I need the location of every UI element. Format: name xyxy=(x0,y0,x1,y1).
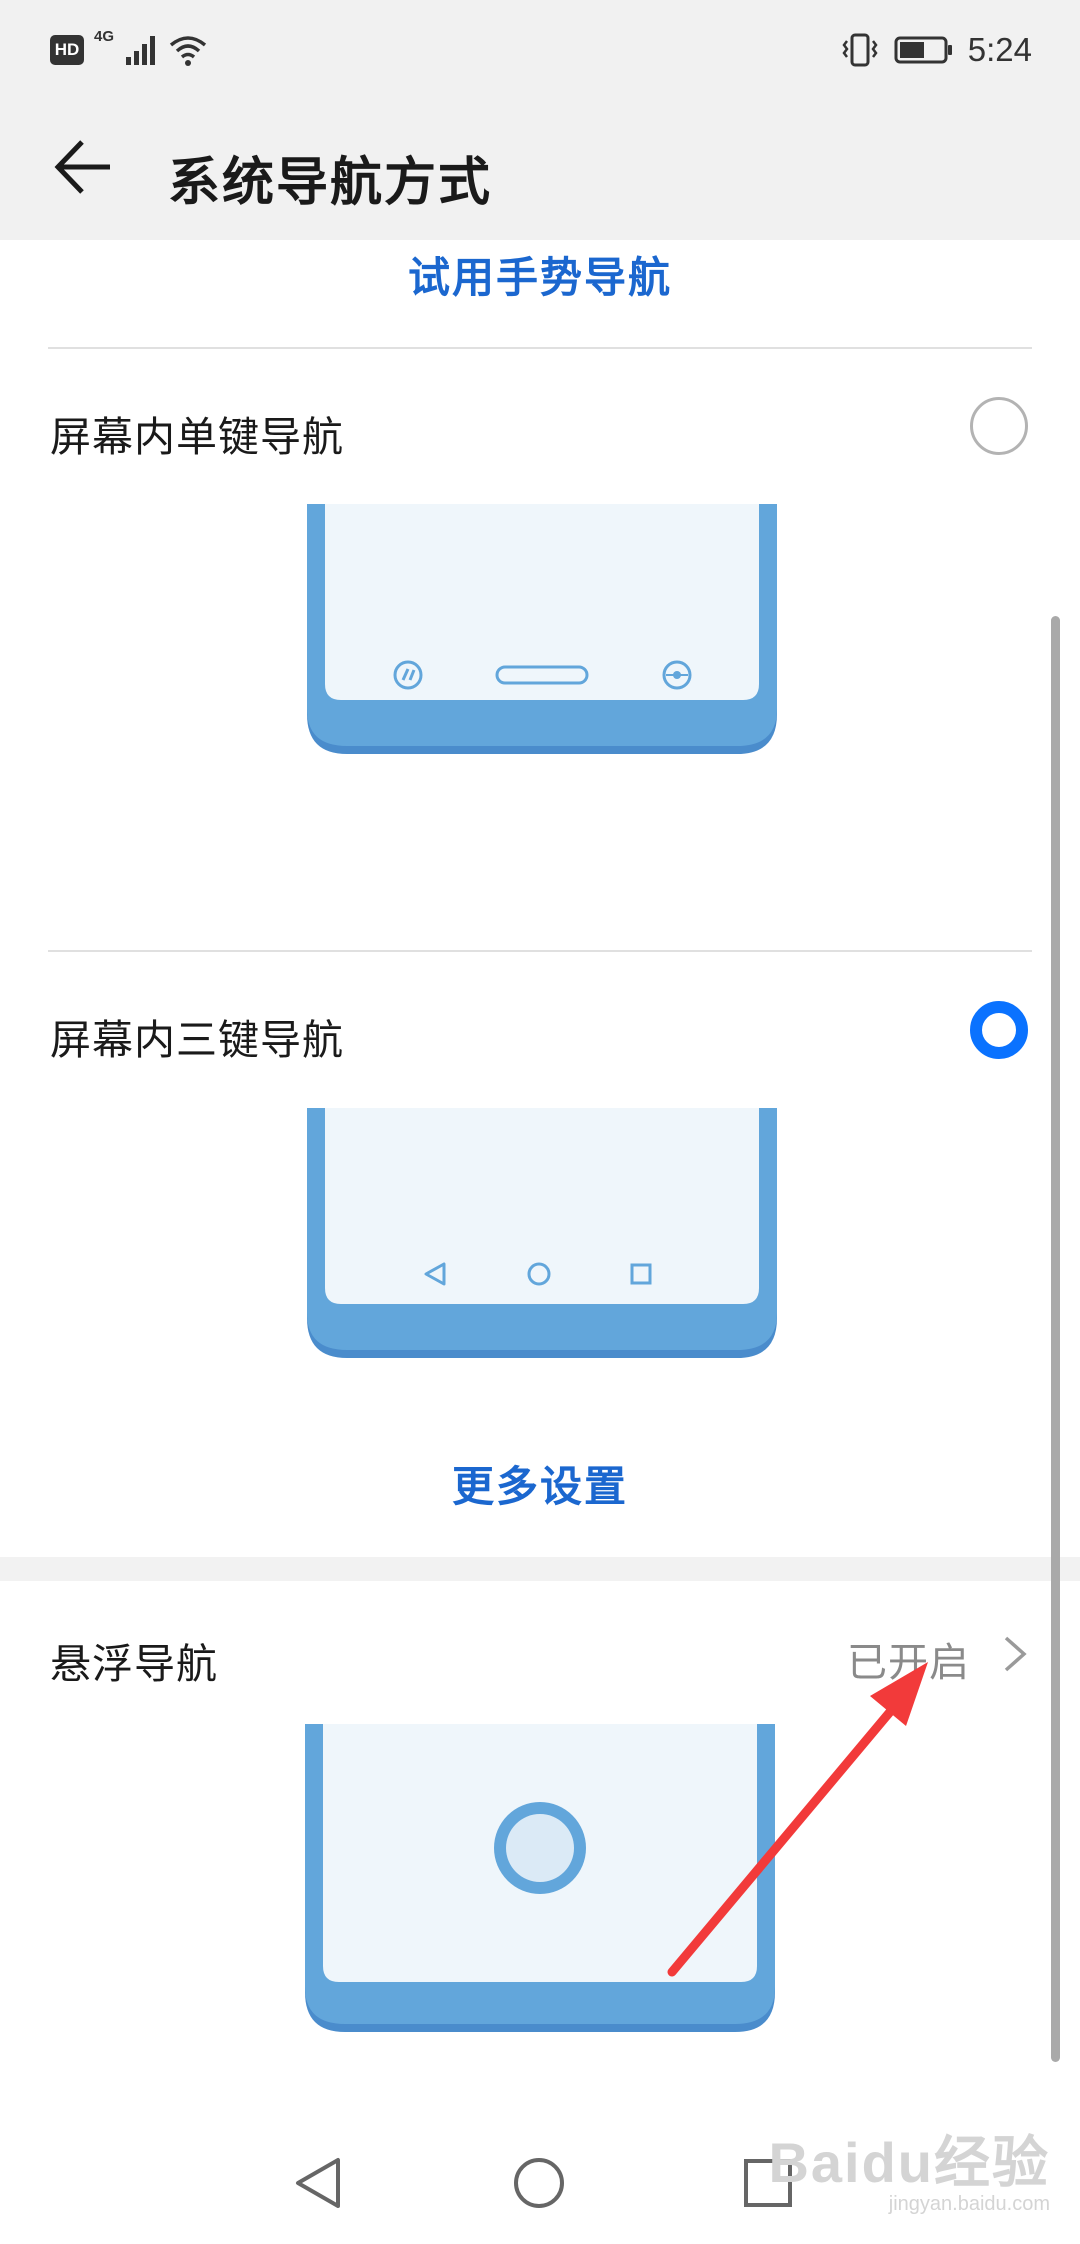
network-type-label: 4G xyxy=(94,28,115,45)
page-title: 系统导航方式 xyxy=(168,153,493,213)
clock: 5:24 xyxy=(967,31,1032,68)
scrollbar[interactable] xyxy=(1051,616,1060,2062)
hd-icon: HD xyxy=(50,35,84,65)
floating-nav-status[interactable]: 已开启 xyxy=(847,1630,970,1688)
floating-nav-label[interactable]: 悬浮导航 xyxy=(50,1630,218,1690)
top-bar: HD 4G 5:24 系统导航方式 xyxy=(0,0,1080,240)
section-separator xyxy=(0,1557,1080,1581)
wifi-icon xyxy=(169,36,207,66)
try-gesture-navigation-link[interactable]: 试用手势导航 xyxy=(0,244,1080,305)
vibrate-icon xyxy=(842,33,878,67)
home-circle-icon[interactable] xyxy=(504,2148,574,2218)
divider xyxy=(48,950,1032,952)
back-triangle-icon[interactable] xyxy=(284,2148,354,2218)
single-key-nav-radio[interactable] xyxy=(970,397,1028,455)
divider xyxy=(48,347,1032,349)
signal-icon xyxy=(126,36,156,65)
arrow-left-icon xyxy=(54,140,110,194)
three-key-nav-illustration xyxy=(307,1108,777,1362)
back-button[interactable] xyxy=(48,132,118,202)
watermark-main: Baidu经验 xyxy=(768,2131,1050,2194)
floating-nav-illustration xyxy=(305,1724,775,2036)
single-key-nav-illustration xyxy=(307,504,777,758)
chevron-right-icon[interactable] xyxy=(1000,1632,1030,1676)
three-key-nav-radio[interactable] xyxy=(970,1001,1028,1059)
three-key-nav-label: 屏幕内三键导航 xyxy=(50,1016,344,1064)
watermark: Baidu经验 jingyan.baidu.com xyxy=(768,2118,1050,2216)
battery-icon xyxy=(894,36,952,64)
status-bar-left: HD 4G xyxy=(50,24,208,76)
single-key-nav-label: 屏幕内单键导航 xyxy=(50,413,344,461)
status-bar-right: 5:24 xyxy=(840,24,1032,76)
more-settings-link[interactable]: 更多设置 xyxy=(0,1453,1080,1514)
